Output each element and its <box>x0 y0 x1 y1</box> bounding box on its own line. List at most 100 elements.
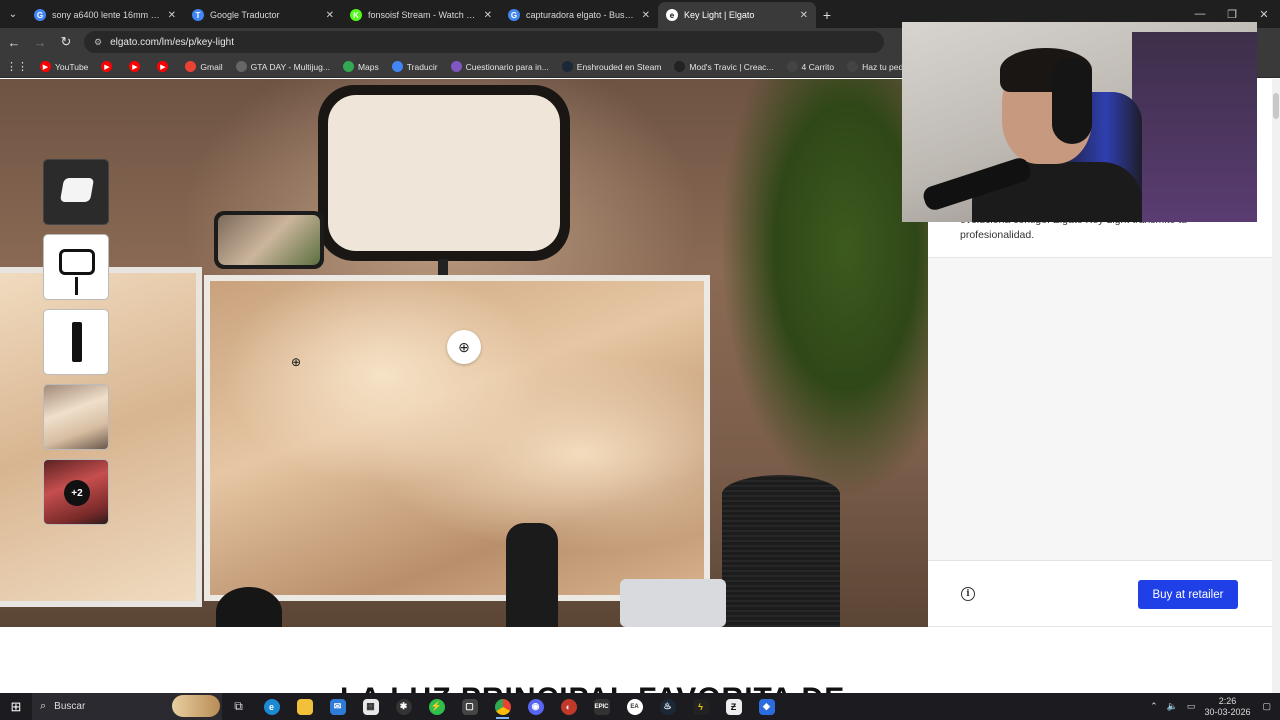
info-icon[interactable]: i <box>961 587 975 601</box>
gear-app-icon: ✱ <box>395 698 412 715</box>
bookmark-label: Gmail <box>200 61 223 72</box>
taskbar-app-6[interactable]: EA <box>618 693 651 720</box>
search-highlight-image <box>172 695 220 717</box>
close-icon[interactable]: ✕ <box>800 10 808 21</box>
tab-search-button[interactable]: ⌄ <box>0 0 26 28</box>
bookmark-4[interactable]: ▶ <box>157 61 172 72</box>
apps-grid-icon[interactable]: ⋮⋮ <box>6 60 28 73</box>
taskbar-app-3[interactable]: ▢ <box>453 693 486 720</box>
taskbar-app-4[interactable]: ◉ <box>519 693 552 720</box>
taskbar-app-2[interactable]: ⚡ <box>420 693 453 720</box>
arrow-right-icon: → <box>33 34 47 50</box>
kick-icon: K <box>350 9 362 21</box>
close-icon[interactable]: ✕ <box>326 10 334 21</box>
taskbar-mail[interactable]: ✉ <box>321 693 354 720</box>
taskbar-search[interactable]: ⌕ Buscar <box>32 693 222 720</box>
tab-2[interactable]: T Google Traductor ✕ <box>184 2 342 28</box>
mod-icon <box>674 61 686 72</box>
youtube-icon: ▶ <box>157 61 169 72</box>
start-button[interactable]: ⊞ <box>0 693 32 720</box>
bookmark-12[interactable]: 4 Carrito <box>786 61 835 72</box>
thumbnail-2[interactable] <box>43 234 109 300</box>
search-icon: ⌕ <box>40 700 47 712</box>
tab-title: sony a6400 lente 16mm f1.8 g <box>52 10 162 20</box>
thumbnail-3[interactable] <box>43 309 109 375</box>
phone-on-mount <box>214 211 324 269</box>
back-button[interactable]: ← <box>2 30 26 54</box>
taskbar-app-8[interactable]: Ƶ <box>717 693 750 720</box>
clock-time: 2:26 <box>1218 695 1237 706</box>
close-icon[interactable]: ✕ <box>168 10 176 21</box>
stream-deck <box>620 579 726 627</box>
taskbar-edge[interactable]: e <box>255 693 288 720</box>
bookmark-5[interactable]: Gmail <box>185 61 223 72</box>
red-app-icon: ◐ <box>560 698 577 715</box>
bookmark-list: ▶ YouTube ▶ ▶ ▶ Gmail GTA DAY - Multijug... Map… <box>40 61 1001 72</box>
taskbar-explorer[interactable] <box>288 693 321 720</box>
translate-icon: T <box>192 9 204 21</box>
bookmark-label: Enshrouded en Steam <box>576 61 662 72</box>
forward-button[interactable]: → <box>28 30 52 54</box>
taskbar-store[interactable]: ▦ <box>354 693 387 720</box>
epic-games-icon: EPIC <box>593 698 610 715</box>
notifications-icon[interactable]: ▢ <box>1262 701 1271 712</box>
bookmark-10[interactable]: Enshrouded en Steam <box>561 61 662 72</box>
capture-app-icon: ▢ <box>461 698 478 715</box>
new-tab-button[interactable]: + <box>816 2 838 28</box>
tab-3[interactable]: Kfonsoisf Stream - Watch Live on ✕ <box>342 2 500 28</box>
taskbar-app-9[interactable]: ◆ <box>750 693 783 720</box>
product-hero-image[interactable]: ⊕ ⊕ +2 <box>0 79 928 627</box>
taskbar-steam[interactable]: ♨ <box>651 693 684 720</box>
bookmark-7[interactable]: Maps <box>342 61 379 72</box>
taskbar-app-7[interactable]: ϟ <box>684 693 717 720</box>
bookmark-2[interactable]: ▶ <box>101 61 116 72</box>
translate-icon <box>391 61 403 72</box>
address-bar[interactable]: ⚙ elgato.com/lm/es/p/key-light <box>84 31 884 53</box>
thumbnail-4[interactable] <box>43 384 109 450</box>
taskbar-chrome[interactable] <box>486 693 519 720</box>
thumbnail-1[interactable] <box>43 159 109 225</box>
tab-5[interactable]: e Key Light | Elgato ✕ <box>658 2 816 28</box>
zoom-in-button[interactable]: ⊕ <box>447 330 481 364</box>
network-icon[interactable]: ▭ <box>1187 701 1196 712</box>
page-scrollbar[interactable] <box>1272 79 1280 693</box>
chevron-up-icon[interactable]: ⌃ <box>1150 701 1158 712</box>
gmail-icon <box>185 61 197 72</box>
buy-at-retailer-button[interactable]: Buy at retailer <box>1138 580 1238 609</box>
webcam-background-shelf <box>1132 32 1257 222</box>
taskbar-epic[interactable]: EPIC <box>585 693 618 720</box>
taskbar-app-5[interactable]: ◐ <box>552 693 585 720</box>
site-info-icon[interactable]: ⚙ <box>94 37 102 48</box>
thumbnail-more[interactable]: +2 <box>43 459 109 525</box>
volume-icon[interactable]: 🔈 <box>1167 701 1178 712</box>
tab-title: Google Traductor <box>210 10 280 20</box>
plant-foliage <box>720 79 928 499</box>
elgato-icon: e <box>666 9 678 21</box>
reload-button[interactable]: ↻ <box>54 30 78 54</box>
bookmark-3[interactable]: ▶ <box>129 61 144 72</box>
tab-4[interactable]: Gcapturadora elgato - Buscar con ✕ <box>500 2 658 28</box>
tab-1[interactable]: Gsony a6400 lente 16mm f1.8 g ✕ <box>26 2 184 28</box>
bookmark-1[interactable]: ▶ YouTube <box>40 61 88 72</box>
scrollbar-thumb[interactable] <box>1273 93 1279 119</box>
tab-title: fonsoisf Stream - Watch Live on <box>368 10 478 20</box>
bookmark-label: Traducir <box>406 61 438 72</box>
discord-icon: ◉ <box>527 698 544 715</box>
close-icon[interactable]: ✕ <box>484 10 492 21</box>
clock-date: 30-03-2026 <box>1204 706 1251 717</box>
bookmark-label: 4 Carrito <box>801 61 835 72</box>
bookmark-label: Cuestionario para in... <box>465 61 549 72</box>
bookmark-11[interactable]: Mod's Travic | Creac... <box>674 61 774 72</box>
taskbar-app-1[interactable]: ✱ <box>387 693 420 720</box>
bookmark-8[interactable]: Traducir <box>391 61 438 72</box>
close-icon[interactable]: ✕ <box>642 10 650 21</box>
bookmark-6[interactable]: GTA DAY - Multijug... <box>235 61 330 72</box>
clock[interactable]: 2:26 30-03-2026 <box>1204 696 1250 718</box>
youtube-icon: ▶ <box>40 61 51 72</box>
bookmark-9[interactable]: Cuestionario para in... <box>450 61 549 72</box>
steam-icon: ♨ <box>659 698 676 715</box>
bookmark-label: Maps <box>357 61 379 72</box>
chevron-down-icon: ⌄ <box>8 8 18 20</box>
task-view-button[interactable]: ⧉ <box>222 693 255 720</box>
gta-icon <box>235 61 247 72</box>
